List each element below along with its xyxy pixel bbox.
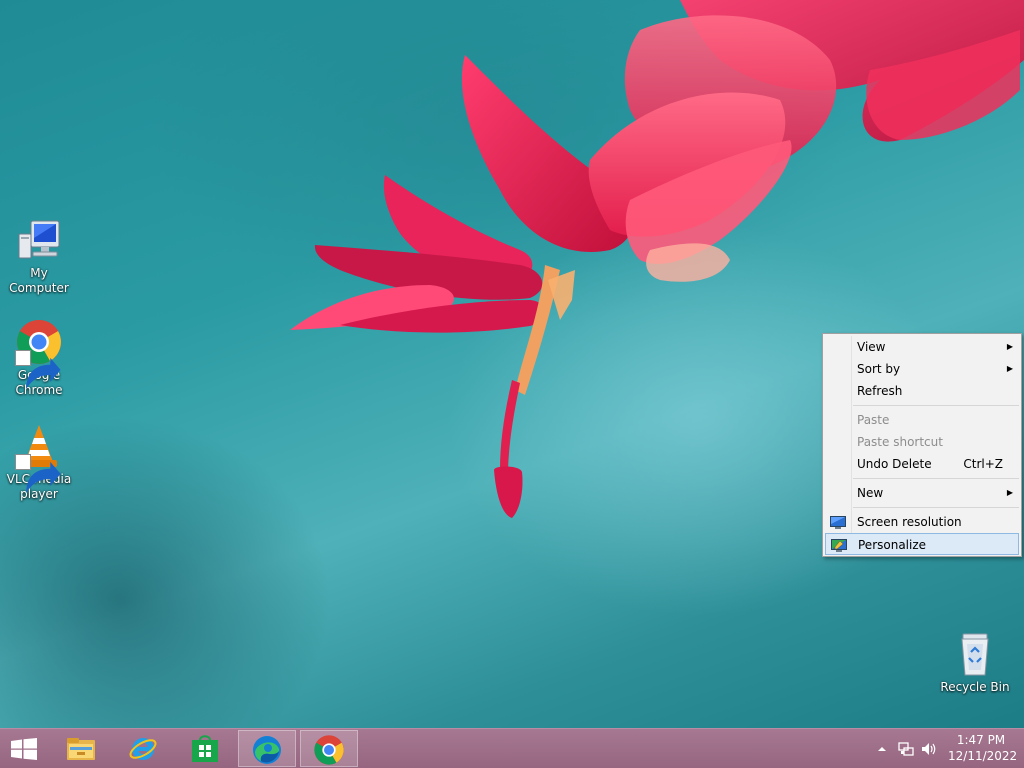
internet-explorer-icon [129,737,157,760]
menu-item-label: Sort by [857,362,901,376]
desktop-context-menu: View ▶ Sort by ▶ Refresh Paste Paste sho… [822,333,1022,557]
vlc-icon [15,422,63,493]
menu-item-shortcut: Ctrl+Z [963,457,1003,471]
file-explorer-icon [67,738,95,760]
menu-item-label: View [857,340,886,354]
submenu-arrow-icon: ▶ [1006,342,1013,351]
monitor-icon [830,515,846,529]
menu-item-paste[interactable]: Paste [825,409,1019,431]
menu-item-view[interactable]: View ▶ [825,336,1019,358]
store-icon [192,735,218,762]
recycle-bin-icon [951,630,999,678]
desktop-icon-vlc-media-player[interactable]: VLC media player [0,422,78,502]
taskbar-clock[interactable]: 1:47 PM 12/11/2022 [948,732,1018,764]
desktop-icon-label: Recycle Bin [940,680,1010,694]
edge-icon [253,736,281,764]
menu-item-label: Personalize [858,538,927,552]
taskbar-chrome-button[interactable] [300,730,358,767]
menu-item-new[interactable]: New ▶ [825,482,1019,504]
menu-item-screen-resolution[interactable]: Screen resolution [825,511,1019,533]
shortcut-arrow-icon [15,454,61,493]
personalize-icon [831,538,847,552]
taskbar-internet-explorer-button[interactable] [115,730,171,767]
menu-item-paste-shortcut[interactable]: Paste shortcut [825,431,1019,453]
menu-item-label: Paste [857,413,890,427]
menu-separator [853,405,1019,406]
desktop[interactable]: My Computer Google Chrome [0,0,1024,728]
menu-separator [853,478,1019,479]
menu-item-label: Refresh [857,384,903,398]
network-icon[interactable] [898,741,914,757]
menu-item-refresh[interactable]: Refresh [825,380,1019,402]
menu-item-label: New [857,486,884,500]
chrome-icon [314,735,344,765]
desktop-icon-recycle-bin[interactable]: Recycle Bin [936,630,1014,695]
submenu-arrow-icon: ▶ [1006,364,1013,373]
chrome-icon [15,318,63,389]
chevron-up-icon[interactable] [874,741,890,757]
desktop-icon-google-chrome[interactable]: Google Chrome [0,318,78,398]
menu-item-undo-delete[interactable]: Undo Delete Ctrl+Z [825,453,1019,475]
computer-icon [15,216,63,264]
menu-item-sort-by[interactable]: Sort by ▶ [825,358,1019,380]
clock-date: 12/11/2022 [948,749,1018,763]
desktop-icon-label: My Computer [9,266,69,295]
menu-item-label: Paste shortcut [857,435,943,449]
menu-item-personalize[interactable]: Personalize [825,533,1019,555]
clock-time: 1:47 PM [956,733,1006,747]
menu-item-label: Undo Delete [857,457,932,471]
desktop-icon-my-computer[interactable]: My Computer [0,216,78,296]
start-button[interactable] [0,730,50,767]
taskbar: 1:47 PM 12/11/2022 [0,728,1024,768]
taskbar-edge-button[interactable] [238,730,296,767]
taskbar-store-button[interactable] [177,730,233,767]
submenu-arrow-icon: ▶ [1006,488,1013,497]
menu-separator [853,507,1019,508]
windows-start-icon [11,738,37,760]
shortcut-arrow-icon [15,350,61,389]
volume-icon[interactable] [921,741,937,757]
menu-item-label: Screen resolution [857,515,962,529]
taskbar-file-explorer-button[interactable] [53,730,109,767]
